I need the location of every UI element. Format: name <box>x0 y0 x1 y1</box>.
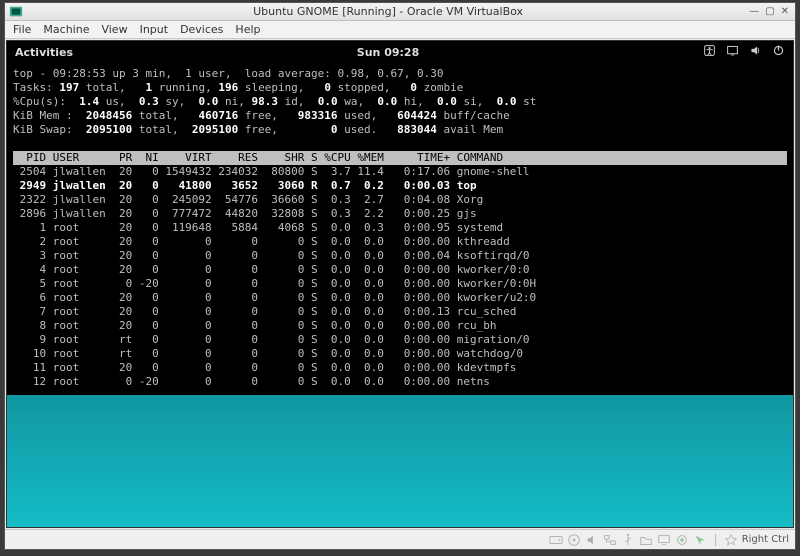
app-window: Ubuntu GNOME [Running] - Oracle VM Virtu… <box>4 2 796 550</box>
process-row: 5 root 0 -20 0 0 0 S 0.0 0.0 0:00.00 kwo… <box>13 277 787 291</box>
process-row: 10 root rt 0 0 0 0 S 0.0 0.0 0:00.00 wat… <box>13 347 787 361</box>
usb-status-icon[interactable] <box>621 533 635 547</box>
menu-file[interactable]: File <box>13 23 31 36</box>
terminal[interactable]: top - 09:28:53 up 3 min, 1 user, load av… <box>7 63 793 395</box>
app-icon <box>9 5 23 19</box>
process-row: 9 root rt 0 0 0 0 S 0.0 0.0 0:00.00 migr… <box>13 333 787 347</box>
top-summary-3: %Cpu(s): 1.4 us, 0.3 sy, 0.0 ni, 98.3 id… <box>13 95 787 109</box>
process-row: 7 root 20 0 0 0 0 S 0.0 0.0 0:00.13 rcu_… <box>13 305 787 319</box>
process-row: 12 root 0 -20 0 0 0 S 0.0 0.0 0:00.00 ne… <box>13 375 787 389</box>
process-row: 1 root 20 0 119648 5884 4068 S 0.0 0.3 0… <box>13 221 787 235</box>
process-row: 2322 jlwallen 20 0 245092 54776 36660 S … <box>13 193 787 207</box>
top-summary-1: top - 09:28:53 up 3 min, 1 user, load av… <box>13 67 787 81</box>
process-header: PID USER PR NI VIRT RES SHR S %CPU %MEM … <box>13 151 787 165</box>
activities-button[interactable]: Activities <box>15 46 73 59</box>
minimize-button[interactable]: — <box>749 6 759 17</box>
close-button[interactable]: ✕ <box>781 6 789 17</box>
process-row: 3 root 20 0 0 0 0 S 0.0 0.0 0:00.04 ksof… <box>13 249 787 263</box>
process-row: 4 root 20 0 0 0 0 S 0.0 0.0 0:00.00 kwor… <box>13 263 787 277</box>
process-row: 2896 jlwallen 20 0 777472 44820 32808 S … <box>13 207 787 221</box>
shared-folder-icon[interactable] <box>639 533 653 547</box>
cd-icon[interactable] <box>567 533 581 547</box>
top-summary-5: KiB Swap: 2095100 total, 2095100 free, 0… <box>13 123 787 137</box>
top-summary-2: Tasks: 197 total, 1 running, 196 sleepin… <box>13 81 787 95</box>
process-row: 11 root 20 0 0 0 0 S 0.0 0.0 0:00.00 kde… <box>13 361 787 375</box>
network-icon[interactable] <box>726 44 739 60</box>
power-icon[interactable] <box>772 44 785 60</box>
process-row: 6 root 20 0 0 0 0 S 0.0 0.0 0:00.00 kwor… <box>13 291 787 305</box>
hostkey-icon <box>724 533 738 547</box>
vm-display[interactable]: Activities Sun 09:28 top - 09:28:53 up 3… <box>6 40 794 528</box>
volume-icon[interactable] <box>749 44 762 60</box>
window-title: Ubuntu GNOME [Running] - Oracle VM Virtu… <box>27 5 749 18</box>
menu-devices[interactable]: Devices <box>180 23 223 36</box>
process-row: 8 root 20 0 0 0 0 S 0.0 0.0 0:00.00 rcu_… <box>13 319 787 333</box>
process-row: 2949 jlwallen 20 0 41800 3652 3060 R 0.7… <box>13 179 787 193</box>
menubar: File Machine View Input Devices Help <box>5 21 795 39</box>
process-list: 2504 jlwallen 20 0 1549432 234032 80800 … <box>13 165 787 389</box>
network-status-icon[interactable] <box>603 533 617 547</box>
process-row: 2504 jlwallen 20 0 1549432 234032 80800 … <box>13 165 787 179</box>
gnome-top-bar: Activities Sun 09:28 <box>7 41 793 63</box>
blank-line <box>13 137 787 151</box>
top-summary-4: KiB Mem : 2048456 total, 460716 free, 98… <box>13 109 787 123</box>
menu-view[interactable]: View <box>101 23 127 36</box>
display-status-icon[interactable] <box>657 533 671 547</box>
accessibility-icon[interactable] <box>703 44 716 60</box>
recording-icon[interactable] <box>675 533 689 547</box>
vbox-statusbar: Right Ctrl <box>5 529 795 549</box>
maximize-button[interactable]: ▢ <box>765 6 774 17</box>
menu-help[interactable]: Help <box>235 23 260 36</box>
hdd-icon[interactable] <box>549 533 563 547</box>
process-row: 2 root 20 0 0 0 0 S 0.0 0.0 0:00.00 kthr… <box>13 235 787 249</box>
separator <box>715 534 716 546</box>
menu-input[interactable]: Input <box>140 23 168 36</box>
menu-machine[interactable]: Machine <box>43 23 89 36</box>
mouse-capture-icon[interactable] <box>693 533 707 547</box>
audio-status-icon[interactable] <box>585 533 599 547</box>
hostkey-label: Right Ctrl <box>742 534 789 545</box>
titlebar[interactable]: Ubuntu GNOME [Running] - Oracle VM Virtu… <box>5 3 795 21</box>
clock[interactable]: Sun 09:28 <box>73 46 703 59</box>
